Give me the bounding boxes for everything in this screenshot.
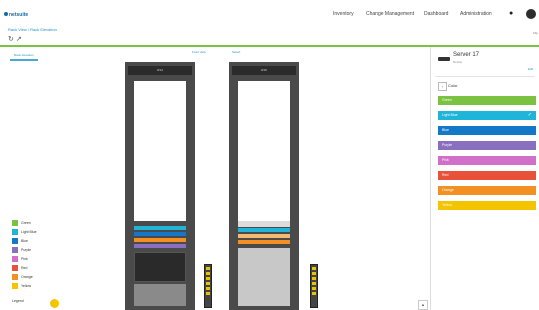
front-view-link[interactable]: Front view (192, 50, 206, 54)
legend-swatch (12, 273, 18, 280)
legend-label: Red (21, 265, 28, 270)
legend-label: Light Blue (21, 229, 37, 234)
device-title: Server 17 (453, 52, 480, 58)
legend-swatch (12, 219, 18, 226)
rack-left-device-server[interactable] (134, 252, 186, 282)
color-option-pink[interactable]: Pink (438, 156, 536, 165)
panel-divider (435, 76, 535, 77)
nav-change-management[interactable]: Change Management (366, 11, 414, 17)
back-icon[interactable]: ‹ (438, 82, 447, 91)
rack-canvas (0, 62, 430, 310)
color-option-label: Green (442, 98, 452, 102)
color-option-label: Orange (442, 188, 454, 192)
app-logo[interactable]: netsuite (9, 12, 28, 18)
legend-label: Purple (21, 247, 32, 252)
rack-left-empty-space (134, 81, 186, 221)
legend-label: Blue (21, 238, 29, 243)
legend-item: Green (12, 218, 37, 227)
power-strip-left[interactable] (204, 264, 212, 308)
nav-inventory[interactable]: Inventory (333, 11, 354, 17)
color-option-label: Blue (442, 128, 450, 132)
legend-footer: Legend (12, 299, 24, 303)
legend-swatch (12, 228, 18, 235)
legend-swatch (12, 246, 18, 253)
legend-item: Orange (12, 272, 37, 281)
rack-right-empty-space (238, 81, 290, 221)
legend-label: Orange (21, 274, 33, 279)
export-icon[interactable]: ↗ (16, 36, 22, 43)
server-icon (438, 57, 450, 61)
rack-right-device-light[interactable] (238, 221, 290, 227)
legend-item: Red (12, 263, 37, 272)
color-option-purple[interactable]: Purple (438, 141, 536, 150)
color-legend: Green Light Blue Blue Purple Pink Red Or… (12, 218, 37, 290)
color-option-label: Red (442, 173, 449, 177)
device-subtitle: Device (453, 60, 463, 64)
rack-right-device-orange-2[interactable] (238, 240, 290, 244)
color-option-red[interactable]: Red (438, 171, 536, 180)
legend-label: Pink (21, 256, 28, 261)
legend-toggle-button[interactable] (50, 299, 59, 308)
legend-label: Yellow (21, 283, 31, 288)
tab-strip (0, 47, 430, 63)
legend-swatch (12, 282, 18, 289)
rack-right-device-lightblue[interactable] (238, 228, 290, 232)
color-option-orange[interactable]: Orange (438, 186, 536, 195)
power-strip-right[interactable] (310, 264, 318, 308)
nav-administration[interactable]: Administration (460, 11, 492, 17)
color-section-label: Color (448, 83, 458, 88)
breadcrumb[interactable]: Rack View / Rack Elevation (8, 27, 57, 32)
legend-item: Pink (12, 254, 37, 263)
color-option-yellow[interactable]: Yellow (438, 201, 536, 210)
rack-left-label: R14 (128, 66, 192, 75)
nav-dashboard[interactable]: Dashboard (424, 11, 448, 17)
color-option-label: Light Blue (442, 113, 458, 117)
legend-swatch (12, 264, 18, 271)
color-option-light-blue[interactable]: Light Blue ✓ (438, 111, 536, 120)
rack-right-label: R15 (232, 66, 296, 75)
color-option-label: Pink (442, 158, 449, 162)
rack-left-device-grey[interactable] (134, 284, 186, 306)
flip-toggle[interactable]: Flip (520, 31, 538, 35)
color-option-label: Yellow (442, 203, 452, 207)
collapse-icon[interactable]: ▲ (418, 300, 428, 310)
color-option-label: Purple (442, 143, 453, 147)
select-link[interactable]: Select (232, 50, 240, 54)
top-bar (0, 0, 539, 30)
tab-rack-elevation[interactable]: Rack elevation (10, 47, 38, 61)
rack-left-device-purple[interactable] (134, 244, 186, 248)
legend-item: Yellow (12, 281, 37, 290)
rack-right-device-grey[interactable] (238, 248, 290, 306)
legend-swatch (12, 255, 18, 262)
rack-left-device-orange[interactable] (134, 238, 186, 242)
legend-item: Light Blue (12, 227, 37, 236)
logo-icon (4, 12, 8, 16)
rack-right-device-orange[interactable] (238, 234, 290, 238)
rack-left-device-lightblue[interactable] (134, 226, 186, 230)
legend-item: Blue (12, 236, 37, 245)
legend-label: Green (21, 220, 31, 225)
avatar[interactable] (526, 9, 536, 19)
check-icon: ✓ (527, 112, 532, 118)
color-option-green[interactable]: Green (438, 96, 536, 105)
refresh-icon[interactable]: ↻ (8, 36, 14, 43)
legend-swatch (12, 237, 18, 244)
toolbar-icons[interactable]: ↻ ↗ (8, 35, 22, 43)
edit-link[interactable]: Edit (528, 67, 533, 71)
user-icon[interactable]: ● (509, 10, 513, 17)
legend-item: Purple (12, 245, 37, 254)
rack-left-device-blue[interactable] (134, 232, 186, 236)
color-option-blue[interactable]: Blue (438, 126, 536, 135)
